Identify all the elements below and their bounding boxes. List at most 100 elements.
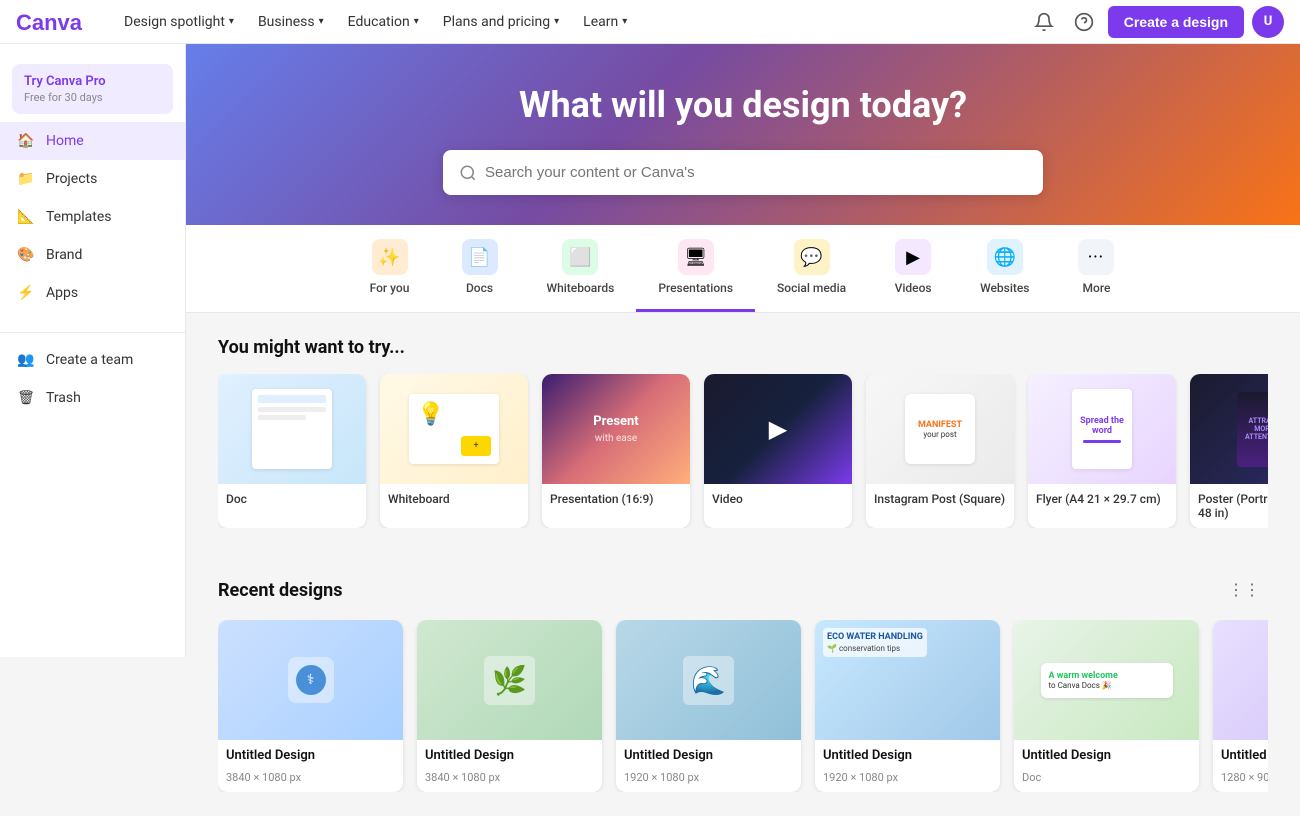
- try-pro-subtitle: Free for 30 days: [24, 91, 161, 104]
- recent-thumb-0: ⚕: [218, 620, 403, 740]
- template-card-poster[interactable]: ATTRACT MORE ATTENTION Poster (Portrait …: [1190, 374, 1268, 528]
- recent-thumb-4: A warm welcome to Canva Docs 🎉: [1014, 620, 1199, 740]
- try-section: You might want to try... Doc: [186, 313, 1300, 552]
- recent-thumb-3: ECO WATER HANDLING 🌱 conservation tips: [815, 620, 1000, 740]
- create-design-button[interactable]: Create a design: [1108, 6, 1244, 38]
- template-card-presentation[interactable]: Present with ease Presentation (16:9): [542, 374, 690, 528]
- docs-icon: 📄: [462, 239, 498, 275]
- templates-icon: 📐: [16, 207, 36, 227]
- apps-icon: ⚡: [16, 283, 36, 303]
- recent-grid: ⚕ Untitled Design 3840 × 1080 px 🌿 Untit…: [218, 620, 1268, 792]
- try-section-title: You might want to try...: [218, 337, 1268, 358]
- template-thumb-presentation: Present with ease: [542, 374, 690, 484]
- ct-presentations[interactable]: 🖥 Presentations: [636, 225, 755, 312]
- sidebar: Try Canva Pro Free for 30 days 🏠 Home 📁 …: [0, 44, 186, 657]
- nav-education[interactable]: Education ▾: [336, 0, 431, 44]
- recent-name-5: Untitled Design: [1213, 740, 1268, 771]
- template-thumb-doc: [218, 374, 366, 484]
- content-type-bar: ✨ For you 📄 Docs ⬜ Whiteboards 🖥 Present…: [186, 225, 1300, 313]
- user-avatar[interactable]: U: [1252, 6, 1284, 38]
- template-card-doc[interactable]: Doc: [218, 374, 366, 528]
- recent-card-5[interactable]: 📱 Untitled Design 1280 × 900 px: [1213, 620, 1268, 792]
- notifications-button[interactable]: [1028, 6, 1060, 38]
- sidebar-item-trash[interactable]: 🗑 Trash: [0, 379, 185, 417]
- template-card-instagram[interactable]: MANIFEST your post Instagram Post (Squar…: [866, 374, 1014, 528]
- template-card-whiteboard[interactable]: 💡 + Whiteboard: [380, 374, 528, 528]
- recent-card-2[interactable]: 🌊 Untitled Design 1920 × 1080 px: [616, 620, 801, 792]
- template-name-doc: Doc: [218, 484, 366, 514]
- sidebar-item-home[interactable]: 🏠 Home: [0, 122, 185, 160]
- template-name-poster: Poster (Portrait - 36 × 48 in): [1190, 484, 1268, 528]
- canva-logo[interactable]: Canva: [16, 8, 96, 36]
- search-input[interactable]: [477, 150, 1027, 195]
- nav-learn[interactable]: Learn ▾: [571, 0, 639, 44]
- try-pro-banner[interactable]: Try Canva Pro Free for 30 days: [12, 64, 173, 114]
- projects-icon: 📁: [16, 169, 36, 189]
- template-name-whiteboard: Whiteboard: [380, 484, 528, 514]
- hero-section: What will you design today?: [186, 44, 1300, 225]
- chevron-down-icon: ▾: [229, 16, 234, 27]
- ct-more[interactable]: ••• More: [1051, 225, 1141, 312]
- template-name-presentation: Presentation (16:9): [542, 484, 690, 514]
- recent-name-4: Untitled Design: [1014, 740, 1199, 771]
- recent-size-3: 1920 × 1080 px: [815, 771, 1000, 792]
- recent-size-0: 3840 × 1080 px: [218, 771, 403, 792]
- ct-videos[interactable]: ▶ Videos: [868, 225, 958, 312]
- recent-card-3[interactable]: ECO WATER HANDLING 🌱 conservation tips U…: [815, 620, 1000, 792]
- recent-section: Recent designs ⋮⋮ ⚕ Untitled Design 3840…: [186, 552, 1300, 816]
- recent-name-0: Untitled Design: [218, 740, 403, 771]
- recent-section-title: Recent designs: [218, 580, 1220, 601]
- ct-for-you[interactable]: ✨ For you: [345, 225, 435, 312]
- hero-title: What will you design today?: [519, 84, 967, 126]
- search-icon: [459, 164, 477, 182]
- ct-whiteboards[interactable]: ⬜ Whiteboards: [525, 225, 637, 312]
- brand-icon: 🎨: [16, 245, 36, 265]
- recent-section-header: Recent designs ⋮⋮: [218, 576, 1268, 604]
- team-icon: 👥: [16, 350, 36, 370]
- recent-size-1: 3840 × 1080 px: [417, 771, 602, 792]
- template-name-video: Video: [704, 484, 852, 514]
- sidebar-item-create-team[interactable]: 👥 Create a team: [0, 341, 185, 379]
- sidebar-item-projects[interactable]: 📁 Projects: [0, 160, 185, 198]
- nav-plans-pricing[interactable]: Plans and pricing ▾: [431, 0, 571, 44]
- ct-websites[interactable]: 🌐 Websites: [958, 225, 1051, 312]
- recent-card-0[interactable]: ⚕ Untitled Design 3840 × 1080 px: [218, 620, 403, 792]
- sidebar-item-templates[interactable]: 📐 Templates: [0, 198, 185, 236]
- top-nav: Canva Design spotlight ▾ Business ▾ Educ…: [0, 0, 1300, 44]
- chevron-down-icon: ▾: [319, 16, 324, 27]
- sidebar-item-apps[interactable]: ⚡ Apps: [0, 274, 185, 312]
- recent-name-3: Untitled Design: [815, 740, 1000, 771]
- recent-thumb-1: 🌿: [417, 620, 602, 740]
- template-name-instagram: Instagram Post (Square): [866, 484, 1014, 514]
- recent-more-button[interactable]: ⋮⋮: [1220, 576, 1268, 604]
- recent-size-5: 1280 × 900 px: [1213, 771, 1268, 792]
- recent-name-1: Untitled Design: [417, 740, 602, 771]
- for-you-icon: ✨: [372, 239, 408, 275]
- nav-business[interactable]: Business ▾: [246, 0, 336, 44]
- recent-size-2: 1920 × 1080 px: [616, 771, 801, 792]
- home-icon: 🏠: [16, 131, 36, 151]
- try-pro-title: Try Canva Pro: [24, 74, 161, 89]
- sidebar-item-brand[interactable]: 🎨 Brand: [0, 236, 185, 274]
- template-thumb-poster: ATTRACT MORE ATTENTION: [1190, 374, 1268, 484]
- presentations-icon: 🖥: [678, 239, 714, 275]
- ct-social-media[interactable]: 💬 Social media: [755, 225, 868, 312]
- recent-card-4[interactable]: A warm welcome to Canva Docs 🎉 Untitled …: [1014, 620, 1199, 792]
- template-card-flyer[interactable]: Spread the word Flyer (A4 21 × 29.7 cm): [1028, 374, 1176, 528]
- more-icon: •••: [1078, 239, 1114, 275]
- svg-text:Canva: Canva: [16, 10, 83, 35]
- help-button[interactable]: [1068, 6, 1100, 38]
- recent-thumb-2: 🌊: [616, 620, 801, 740]
- recent-name-2: Untitled Design: [616, 740, 801, 771]
- chevron-down-icon: ▾: [554, 16, 559, 27]
- chevron-down-icon: ▾: [414, 16, 419, 27]
- template-card-video[interactable]: ▶ Video: [704, 374, 852, 528]
- search-bar: [443, 150, 1043, 195]
- ct-docs[interactable]: 📄 Docs: [435, 225, 525, 312]
- nav-design-spotlight[interactable]: Design spotlight ▾: [112, 0, 246, 44]
- template-thumb-instagram: MANIFEST your post: [866, 374, 1014, 484]
- recent-card-1[interactable]: 🌿 Untitled Design 3840 × 1080 px: [417, 620, 602, 792]
- websites-icon: 🌐: [987, 239, 1023, 275]
- template-grid: Doc 💡 + Whiteboard: [218, 374, 1268, 528]
- template-thumb-whiteboard: 💡 +: [380, 374, 528, 484]
